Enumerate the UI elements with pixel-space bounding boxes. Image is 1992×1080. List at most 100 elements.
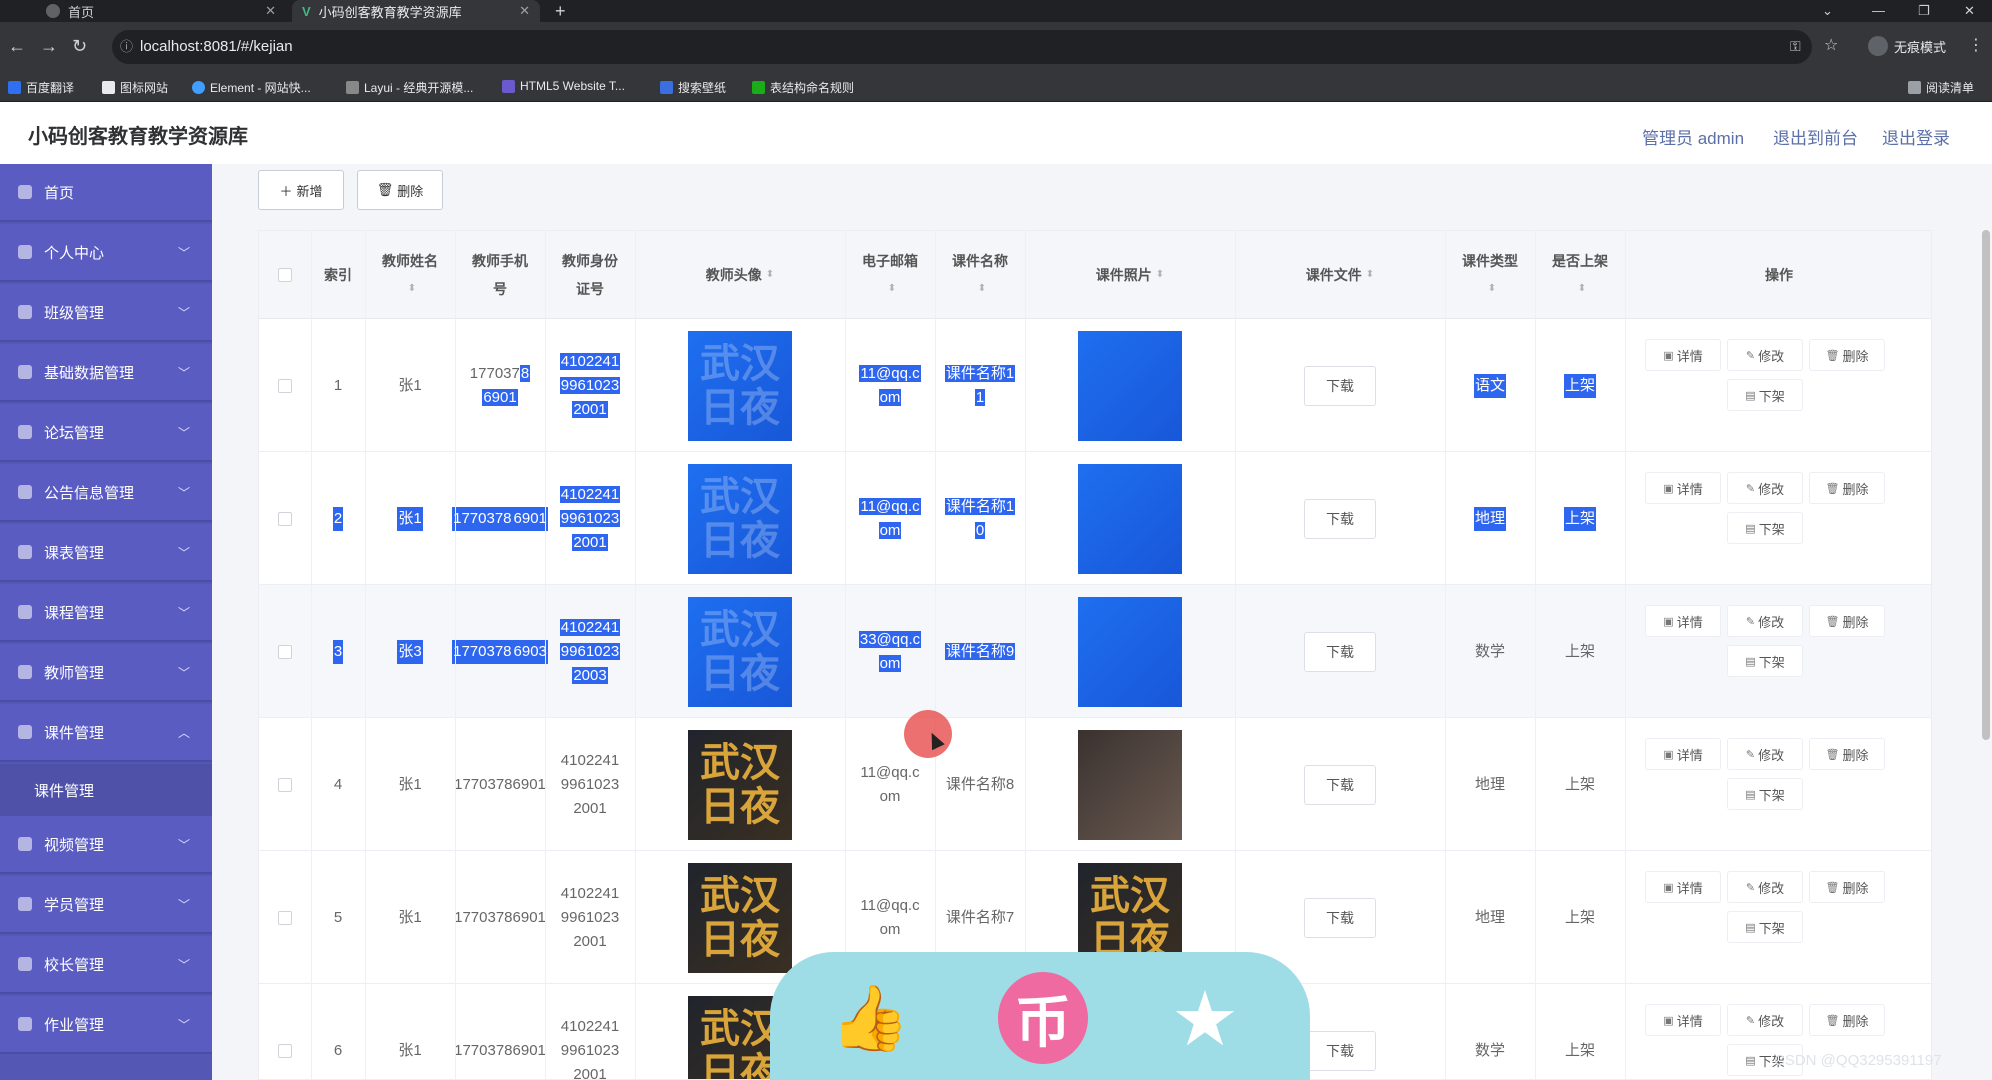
unlist-button[interactable]: ▤ 下架 <box>1727 512 1803 544</box>
add-button[interactable]: ＋新增 <box>258 170 344 210</box>
edit-button[interactable]: ✎ 修改 <box>1727 1004 1803 1036</box>
delete-row-button[interactable]: 🗑 删除 <box>1809 738 1885 770</box>
close-window-button[interactable]: ✕ <box>1964 0 1975 22</box>
bookmark-item[interactable]: HTML5 Website T... <box>502 79 625 93</box>
header-photo[interactable]: 课件照片 ⬍ <box>1025 231 1235 319</box>
edit-button[interactable]: ✎ 修改 <box>1727 738 1803 770</box>
sidebar-item-home[interactable]: 首页 <box>0 164 212 222</box>
download-button[interactable]: 下载 <box>1304 631 1376 672</box>
header-email[interactable]: 电子邮箱 ⬍ <box>845 231 935 319</box>
detail-button[interactable]: ▣ 详情 <box>1645 738 1721 770</box>
download-button[interactable]: 下载 <box>1304 365 1376 406</box>
edit-button[interactable]: ✎ 修改 <box>1727 339 1803 371</box>
edit-button[interactable]: ✎ 修改 <box>1727 472 1803 504</box>
incognito-indicator[interactable]: 无痕模式 <box>1868 36 1946 56</box>
row-checkbox[interactable] <box>278 511 292 526</box>
sidebar-item-forum[interactable]: 论坛管理 ﹀ <box>0 404 212 462</box>
sidebar-item-video[interactable]: 视频管理 ﹀ <box>0 816 212 874</box>
sidebar-item-personal[interactable]: 个人中心 ﹀ <box>0 224 212 282</box>
key-icon[interactable]: ⚿ <box>1790 36 1801 56</box>
reading-list[interactable]: 阅读清单 <box>1908 79 1974 96</box>
bookmark-item[interactable]: 表结构命名规则 <box>752 79 854 96</box>
header-type[interactable]: 课件类型 ⬍ <box>1445 231 1535 319</box>
sidebar-subitem-courseware[interactable]: 课件管理 <box>0 764 212 816</box>
header-phone[interactable]: 教师手机号 <box>455 231 545 319</box>
new-tab-button[interactable]: + <box>555 0 566 22</box>
header-file[interactable]: 课件文件 ⬍ <box>1235 231 1445 319</box>
sidebar-item-homework[interactable]: 作业管理 ﹀ <box>0 996 212 1054</box>
unlist-button[interactable]: ▤ 下架 <box>1727 379 1803 411</box>
detail-button[interactable]: ▣ 详情 <box>1645 605 1721 637</box>
logout-link[interactable]: 退出登录 <box>1882 124 1950 149</box>
coin-icon[interactable]: 币 <box>998 972 1088 1064</box>
unlist-button[interactable]: ▤ 下架 <box>1727 911 1803 943</box>
detail-button[interactable]: ▣ 详情 <box>1645 871 1721 903</box>
download-button[interactable]: 下载 <box>1304 897 1376 938</box>
teacher-avatar-image[interactable]: 武汉 日夜 <box>688 729 792 840</box>
sidebar-item-course[interactable]: 课程管理 ﹀ <box>0 584 212 642</box>
bookmark-item[interactable]: 图标网站 <box>102 79 168 96</box>
thumbs-up-icon[interactable]: 👍 <box>825 972 915 1064</box>
sidebar-item-teacher[interactable]: 教师管理 ﹀ <box>0 644 212 702</box>
teacher-avatar-image[interactable]: 武汉 日夜 <box>688 330 792 441</box>
back-icon[interactable]: ← <box>8 36 26 56</box>
select-all-checkbox[interactable] <box>278 268 292 282</box>
bookmark-item[interactable]: Layui - 经典开源模... <box>346 79 473 96</box>
detail-button[interactable]: ▣ 详情 <box>1645 339 1721 371</box>
bookmark-item[interactable]: Element - 网站快... <box>192 79 311 96</box>
unlist-button[interactable]: ▤ 下架 <box>1727 645 1803 677</box>
star-icon[interactable]: ☆ <box>1824 36 1838 56</box>
delete-row-button[interactable]: 🗑 删除 <box>1809 871 1885 903</box>
tab-home[interactable]: 首页 ✕ <box>36 0 286 22</box>
delete-row-button[interactable]: 🗑 删除 <box>1809 472 1885 504</box>
teacher-avatar-image[interactable]: 武汉 日夜 <box>688 862 792 973</box>
download-button[interactable]: 下载 <box>1304 1030 1376 1071</box>
forward-icon[interactable]: → <box>40 36 58 56</box>
header-name[interactable]: 教师姓名 ⬍ <box>365 231 455 319</box>
reload-icon[interactable]: ↻ <box>72 36 87 56</box>
close-icon[interactable]: ✕ <box>265 3 276 19</box>
tab-resource-library[interactable]: V 小码创客教育教学资源库 ✕ <box>292 0 540 22</box>
delete-row-button[interactable]: 🗑 删除 <box>1809 605 1885 637</box>
unlist-button[interactable]: ▤ 下架 <box>1727 778 1803 810</box>
header-idcard[interactable]: 教师身份证号 <box>545 231 635 319</box>
row-checkbox[interactable] <box>278 378 292 393</box>
minimize-button[interactable]: — <box>1872 0 1885 22</box>
row-checkbox[interactable] <box>278 777 292 792</box>
sidebar-item-timetable[interactable]: 课表管理 ﹀ <box>0 524 212 582</box>
delete-button[interactable]: 🗑 删除 <box>357 170 443 210</box>
row-checkbox[interactable] <box>278 644 292 659</box>
edit-button[interactable]: ✎ 修改 <box>1727 605 1803 637</box>
row-checkbox[interactable] <box>278 910 292 925</box>
courseware-photo-image[interactable] <box>1078 463 1182 574</box>
sidebar-item-principal[interactable]: 校长管理 ﹀ <box>0 936 212 994</box>
delete-row-button[interactable]: 🗑 删除 <box>1809 1004 1885 1036</box>
sidebar-item-class[interactable]: 班级管理 ﹀ <box>0 284 212 342</box>
teacher-avatar-image[interactable]: 武汉 日夜 <box>688 463 792 574</box>
url-input[interactable]: ⓘ localhost:8081/#/kejian <box>112 30 1812 64</box>
sidebar-item-student[interactable]: 学员管理 ﹀ <box>0 876 212 934</box>
download-button[interactable]: 下载 <box>1304 764 1376 805</box>
teacher-avatar-image[interactable]: 武汉 日夜 <box>688 596 792 707</box>
bookmark-item[interactable]: 搜索壁纸 <box>660 79 726 96</box>
header-course[interactable]: 课件名称 ⬍ <box>935 231 1025 319</box>
row-checkbox[interactable] <box>278 1043 292 1058</box>
header-avatar[interactable]: 教师头像 ⬍ <box>635 231 845 319</box>
close-icon[interactable]: ✕ <box>519 3 530 19</box>
courseware-photo-image[interactable] <box>1078 596 1182 707</box>
star-favorite-icon[interactable]: ★ <box>1160 972 1250 1064</box>
courseware-photo-image[interactable] <box>1078 330 1182 441</box>
tab-search-icon[interactable]: ⌄ <box>1822 0 1833 22</box>
sidebar-item-notice[interactable]: 公告信息管理 ﹀ <box>0 464 212 522</box>
delete-row-button[interactable]: 🗑 删除 <box>1809 339 1885 371</box>
detail-button[interactable]: ▣ 详情 <box>1645 472 1721 504</box>
sidebar-item-courseware[interactable]: 课件管理 ︿ <box>0 704 212 762</box>
detail-button[interactable]: ▣ 详情 <box>1645 1004 1721 1036</box>
back-to-front-link[interactable]: 退出到前台 <box>1773 124 1858 149</box>
edit-button[interactable]: ✎ 修改 <box>1727 871 1803 903</box>
menu-icon[interactable]: ⋮ <box>1968 36 1984 56</box>
admin-link[interactable]: 管理员 admin <box>1642 124 1744 149</box>
download-button[interactable]: 下载 <box>1304 498 1376 539</box>
maximize-button[interactable]: ❐ <box>1918 0 1930 22</box>
courseware-photo-image[interactable] <box>1078 729 1182 840</box>
